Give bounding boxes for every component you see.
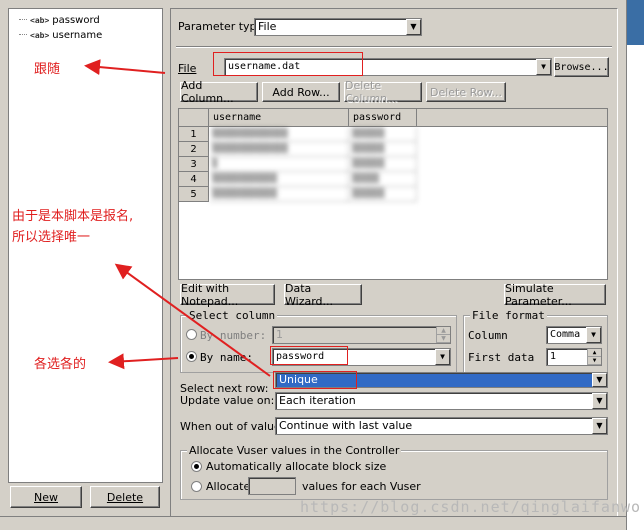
delete-button[interactable]: Delete bbox=[90, 486, 160, 508]
background-window bbox=[626, 0, 644, 530]
file-highlight-box bbox=[213, 52, 363, 76]
table-row[interactable]: 2 ▒▒▒▒▒▒▒▒▒▒▒▒▒▒ ▒▒▒▒▒▒ bbox=[179, 142, 607, 157]
chevron-down-icon: ▼ bbox=[406, 19, 421, 35]
column-header-username[interactable]: username bbox=[209, 109, 349, 127]
table-row[interactable]: 3 ▒ ▒▒▒▒▒▒ bbox=[179, 157, 607, 172]
by-number-label: By number: bbox=[200, 329, 267, 342]
parameter-icon: <ab> bbox=[30, 30, 50, 40]
table-corner bbox=[179, 109, 209, 127]
first-data-input[interactable]: 1 ▲ ▼ bbox=[546, 348, 602, 366]
manual-allocate-suffix: values for each Vuser bbox=[302, 480, 421, 493]
watermark: https://blog.csdn.net/qinglaifanwo bbox=[300, 498, 642, 516]
table-cell[interactable]: ▒▒▒▒▒ bbox=[349, 172, 417, 187]
chevron-down-icon: ▼ bbox=[435, 349, 450, 365]
by-name-label: By name: bbox=[200, 351, 253, 364]
delete-column-button[interactable]: Delete Column... bbox=[344, 79, 422, 105]
manual-allocate-radio[interactable] bbox=[191, 481, 202, 492]
simulate-parameter-button[interactable]: Simulate Parameter... bbox=[504, 282, 606, 308]
chevron-down-icon: ▼ bbox=[592, 373, 607, 387]
manual-allocate-label: Allocate bbox=[206, 480, 251, 493]
auto-allocate-label: Automatically allocate block size bbox=[206, 460, 387, 473]
by-number-input[interactable]: 1 ▲ ▼ bbox=[272, 326, 451, 344]
annotation-reason-line2: 所以选择唯一 bbox=[12, 230, 91, 245]
table-cell[interactable]: ▒▒▒▒▒▒ bbox=[349, 127, 417, 142]
row-number: 5 bbox=[179, 187, 209, 202]
column-header-empty bbox=[417, 109, 607, 127]
chevron-down-icon: ▼ bbox=[592, 393, 607, 409]
row-number: 1 bbox=[179, 127, 209, 142]
table-row[interactable]: 5 ▒▒▒▒▒▒▒▒▒▒▒▒ ▒▒▒▒▒▒ bbox=[179, 187, 607, 202]
delete-row-button[interactable]: Delete Row... bbox=[426, 82, 506, 102]
first-data-label: First data bbox=[468, 351, 535, 364]
select-column-title: Select column bbox=[187, 309, 278, 322]
column-format-dropdown[interactable]: Comma ▼ bbox=[546, 326, 602, 344]
table-cell[interactable]: ▒▒▒▒▒▒ bbox=[349, 142, 417, 157]
row-number: 4 bbox=[179, 172, 209, 187]
parameter-type-dropdown[interactable]: File ▼ bbox=[254, 18, 422, 36]
auto-allocate-radio[interactable] bbox=[191, 461, 202, 472]
column-header-password[interactable]: password bbox=[349, 109, 417, 127]
parameter-tree[interactable]: <ab> password <ab> username bbox=[8, 8, 163, 483]
file-format-title: File format bbox=[470, 309, 547, 322]
update-value-dropdown[interactable]: Each iteration ▼ bbox=[275, 392, 608, 410]
tree-item-label: username bbox=[52, 29, 103, 41]
first-data-spinner[interactable]: ▲ ▼ bbox=[587, 349, 601, 365]
chevron-down-icon: ▼ bbox=[536, 59, 551, 75]
row-number: 2 bbox=[179, 142, 209, 157]
out-of-values-label: When out of values: bbox=[180, 420, 291, 433]
data-wizard-button[interactable]: Data Wizard... bbox=[284, 282, 362, 308]
table-cell[interactable]: ▒▒▒▒▒▒▒▒▒▒▒▒▒▒ bbox=[209, 142, 349, 157]
block-size-input[interactable] bbox=[248, 477, 296, 495]
table-row[interactable]: 1 ▒▒▒▒▒▒▒▒▒▒▒▒▒▒ ▒▒▒▒▒▒ bbox=[179, 127, 607, 142]
tree-item-label: password bbox=[52, 14, 100, 26]
number-spinner[interactable]: ▲ ▼ bbox=[436, 327, 450, 343]
annotation-each: 各选各的 bbox=[34, 357, 87, 372]
column-format-label: Column bbox=[468, 329, 508, 342]
data-table[interactable]: username password 1 ▒▒▒▒▒▒▒▒▒▒▒▒▒▒ ▒▒▒▒▒… bbox=[178, 108, 608, 280]
table-cell[interactable]: ▒ bbox=[209, 157, 349, 172]
separator bbox=[176, 46, 612, 48]
file-label: File bbox=[178, 62, 197, 75]
new-button[interactable]: New bbox=[10, 486, 82, 508]
tree-connector bbox=[19, 34, 27, 36]
row-number: 3 bbox=[179, 157, 209, 172]
add-row-button[interactable]: Add Row... bbox=[262, 82, 340, 102]
annotation-follow: 跟随 bbox=[34, 62, 61, 77]
by-number-radio[interactable] bbox=[186, 329, 197, 340]
table-cell[interactable]: ▒▒▒▒▒▒▒▒▒▒▒▒ bbox=[209, 172, 349, 187]
tree-connector bbox=[19, 19, 27, 21]
chevron-down-icon: ▼ bbox=[592, 418, 607, 434]
update-value-label: Update value on: bbox=[180, 394, 275, 407]
table-cell[interactable]: ▒▒▒▒▒▒▒▒▒▒▒▒ bbox=[209, 187, 349, 202]
browse-button[interactable]: Browse... bbox=[554, 57, 609, 77]
table-cell[interactable]: ▒▒▒▒▒▒▒▒▒▒▒▒▒▒ bbox=[209, 127, 349, 142]
by-name-radio[interactable] bbox=[186, 351, 197, 362]
add-column-button[interactable]: Add Column... bbox=[180, 79, 258, 105]
annotation-reason-line1: 由于是本脚本是报名, bbox=[12, 209, 134, 224]
by-name-highlight-box bbox=[270, 346, 348, 365]
edit-with-notepad-button[interactable]: Edit with Notepad... bbox=[180, 282, 275, 308]
chevron-down-icon: ▼ bbox=[586, 327, 601, 343]
tree-item-username[interactable]: <ab> username bbox=[19, 28, 102, 42]
parameter-icon: <ab> bbox=[30, 15, 50, 25]
table-cell[interactable]: ▒▒▒▒▒▒ bbox=[349, 187, 417, 202]
table-cell[interactable]: ▒▒▒▒▒▒ bbox=[349, 157, 417, 172]
tree-item-password[interactable]: <ab> password bbox=[19, 13, 100, 27]
table-row[interactable]: 4 ▒▒▒▒▒▒▒▒▒▒▒▒ ▒▒▒▒▒ bbox=[179, 172, 607, 187]
allocate-title: Allocate Vuser values in the Controller bbox=[187, 444, 402, 457]
unique-highlight-box bbox=[273, 371, 357, 389]
out-of-values-dropdown[interactable]: Continue with last value ▼ bbox=[275, 417, 608, 435]
status-strip bbox=[0, 516, 626, 530]
